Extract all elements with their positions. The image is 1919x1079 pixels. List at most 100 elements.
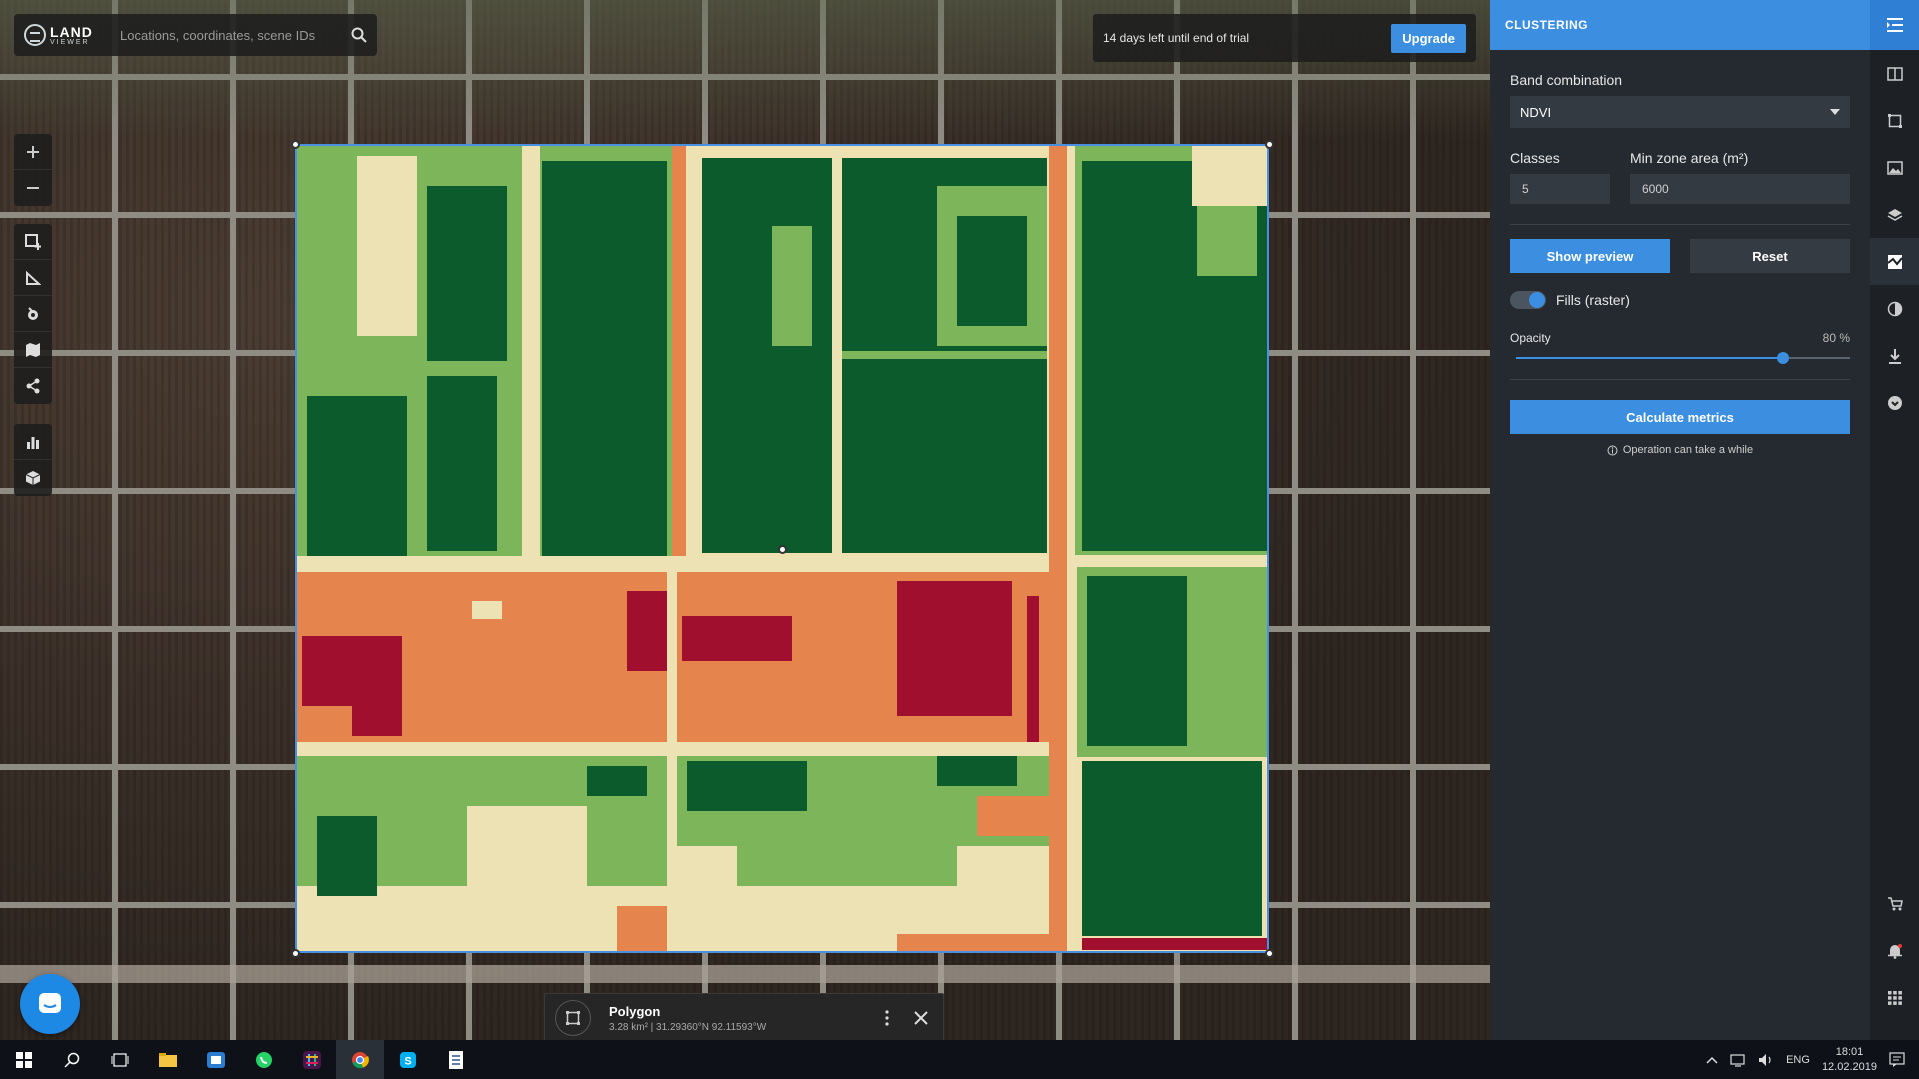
trial-banner: 14 days left until end of trial Upgrade	[1093, 14, 1476, 62]
zone-class1	[1082, 761, 1262, 936]
chevron-up-icon[interactable]	[1706, 1056, 1718, 1064]
satellite-map[interactable]	[0, 0, 1490, 1040]
app-logo[interactable]: LAND VIEWER	[24, 24, 104, 46]
zoom-controls	[14, 134, 52, 206]
upgrade-button[interactable]: Upgrade	[1391, 23, 1466, 53]
skype-icon[interactable]: S	[384, 1040, 432, 1079]
clustering-icon[interactable]	[1870, 238, 1919, 285]
pin-icon[interactable]	[14, 296, 52, 332]
zone-class3	[297, 556, 1049, 572]
windows-start-icon[interactable]	[0, 1040, 48, 1079]
svg-text:S: S	[404, 1055, 411, 1067]
zone-class1	[957, 216, 1027, 326]
apps-grid-icon[interactable]	[1870, 974, 1919, 1021]
fills-label: Fills (raster)	[1556, 292, 1630, 308]
classes-label: Classes	[1510, 150, 1560, 166]
zone-class2	[772, 226, 812, 346]
band-combination-value: NDVI	[1520, 104, 1552, 120]
network-icon[interactable]	[1730, 1053, 1746, 1067]
cube-icon[interactable]	[14, 460, 52, 496]
download-circle-icon[interactable]	[1870, 379, 1919, 426]
slider-fill	[1516, 357, 1784, 359]
mail-app-icon[interactable]	[192, 1040, 240, 1079]
chevron-down-icon	[1830, 109, 1840, 115]
zone-class4	[897, 934, 1049, 951]
search-input[interactable]	[104, 27, 341, 43]
draw-polygon-icon[interactable]	[14, 224, 52, 260]
volume-icon[interactable]	[1758, 1053, 1774, 1067]
reset-button[interactable]: Reset	[1690, 239, 1850, 273]
bell-icon[interactable]	[1870, 927, 1919, 974]
zoom-in-icon[interactable]	[14, 134, 52, 170]
clock[interactable]: 18:01 12.02.2019	[1822, 1045, 1877, 1075]
image-icon[interactable]	[1870, 144, 1919, 191]
zone-class3	[1067, 146, 1075, 951]
polygon-midpoint-handle[interactable]	[778, 545, 787, 554]
slider-handle[interactable]	[1777, 352, 1790, 364]
zone-class3	[467, 806, 587, 886]
clustering-panel: CLUSTERING Band combination NDVI Classes…	[1490, 0, 1870, 1040]
download-icon[interactable]	[1870, 332, 1919, 379]
analytics-tools	[14, 424, 52, 496]
zone-class1	[587, 766, 647, 796]
globe-icon	[24, 24, 46, 46]
chrome-icon[interactable]	[336, 1040, 384, 1079]
show-preview-button[interactable]: Show preview	[1510, 239, 1670, 273]
zone-class3	[686, 146, 700, 561]
map-tools	[14, 224, 52, 404]
zone-class1	[427, 186, 507, 361]
contrast-icon[interactable]	[1870, 285, 1919, 332]
polygon-vertex-handle[interactable]	[291, 949, 300, 958]
file-explorer-icon[interactable]	[144, 1040, 192, 1079]
polygon-vertex-handle[interactable]	[1265, 140, 1274, 149]
cart-icon[interactable]	[1870, 880, 1919, 927]
share-icon[interactable]	[14, 368, 52, 404]
chat-icon[interactable]	[20, 974, 80, 1034]
bar-chart-icon[interactable]	[14, 424, 52, 460]
min-zone-area-input[interactable]: 6000	[1630, 174, 1850, 204]
classes-input[interactable]: 5	[1510, 174, 1610, 204]
opacity-label: Opacity	[1510, 331, 1551, 345]
zoom-out-icon[interactable]	[14, 170, 52, 206]
aoi-icon[interactable]	[1870, 97, 1919, 144]
slack-icon[interactable]	[288, 1040, 336, 1079]
toggle-knob	[1529, 292, 1545, 308]
polygon-vertex-handle[interactable]	[291, 140, 300, 149]
opacity-slider[interactable]	[1516, 351, 1850, 365]
calculate-metrics-button[interactable]: Calculate metrics	[1510, 400, 1850, 434]
system-tray: ENG 18:01 12.02.2019	[1706, 1040, 1919, 1079]
zone-class1	[307, 396, 407, 556]
notification-icon[interactable]	[1889, 1051, 1905, 1068]
map-book-icon[interactable]	[14, 332, 52, 368]
zone-class3	[297, 886, 667, 951]
ruler-icon[interactable]	[14, 260, 52, 296]
divider	[1510, 224, 1850, 225]
windows-taskbar: S ENG 18:01 12.02.2019	[0, 1040, 1919, 1079]
clock-time: 18:01	[1835, 1045, 1864, 1058]
language-indicator[interactable]: ENG	[1786, 1054, 1810, 1066]
search-icon[interactable]	[48, 1040, 96, 1079]
compare-icon[interactable]	[1870, 50, 1919, 97]
search-icon[interactable]	[341, 17, 377, 53]
divider	[1510, 379, 1850, 380]
collapse-panel-icon[interactable]	[1870, 0, 1919, 50]
layers-icon[interactable]	[1870, 191, 1919, 238]
polygon-icon	[555, 1000, 591, 1036]
band-combination-select[interactable]: NDVI	[1510, 96, 1850, 128]
zone-class4	[302, 706, 352, 736]
clock-date: 12.02.2019	[1821, 1060, 1877, 1073]
band-combination-label: Band combination	[1510, 72, 1623, 88]
map-road	[0, 965, 1490, 983]
polygon-vertex-handle[interactable]	[1265, 949, 1274, 958]
document-icon[interactable]	[432, 1040, 480, 1079]
more-options-icon[interactable]	[875, 1006, 899, 1030]
whatsapp-icon[interactable]	[240, 1040, 288, 1079]
zone-class3	[522, 146, 540, 561]
operation-note-text: Operation can take a while	[1622, 444, 1754, 456]
fills-toggle[interactable]	[1510, 291, 1546, 309]
close-icon[interactable]	[909, 1006, 933, 1030]
zone-class3	[472, 601, 502, 619]
zone-class3	[1075, 555, 1267, 567]
task-view-icon[interactable]	[96, 1040, 144, 1079]
zone-class5	[627, 591, 667, 671]
